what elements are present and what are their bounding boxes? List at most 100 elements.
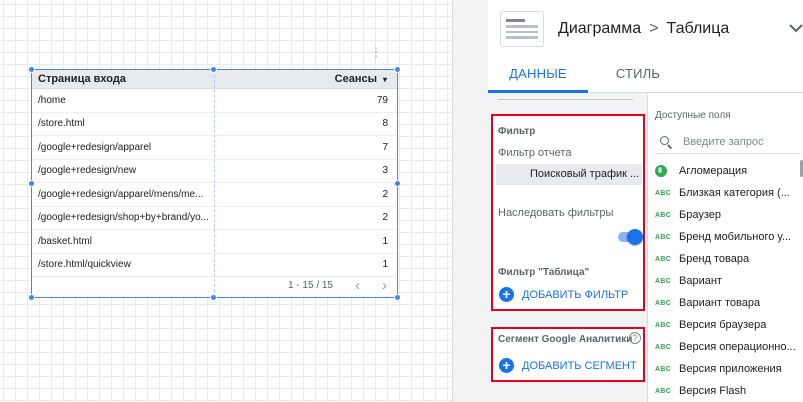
report-canvas[interactable]: ⋮ Страница входа Сеансы ▾ /home 79 /store.… (0, 0, 452, 402)
cell-page: /home (38, 94, 66, 106)
toggle-knob (627, 229, 643, 245)
field-label: Версия Flash (679, 385, 747, 397)
chevron-down-icon[interactable] (789, 20, 803, 36)
field-label: Бренд товара (679, 253, 750, 265)
cell-page: /google+redesign/apparel/mens/me... (38, 188, 204, 200)
field-item[interactable]: Агломерация (655, 160, 803, 182)
field-search-input[interactable] (683, 135, 793, 148)
text-type-icon: ABC (655, 299, 672, 307)
field-label: Агломерация (679, 165, 748, 177)
field-item[interactable]: ABC Бренд мобильного у... (655, 226, 803, 248)
cell-sessions: 7 (382, 141, 388, 153)
field-label: Версия браузера (679, 319, 767, 331)
text-type-icon: ABC (655, 189, 672, 197)
resize-handle[interactable] (28, 294, 35, 301)
cell-sessions: 1 (382, 259, 388, 271)
resize-handle[interactable] (210, 66, 217, 73)
prev-page-icon[interactable]: ‹ (355, 278, 360, 293)
text-type-icon: ABC (655, 277, 672, 285)
field-item[interactable]: ABC Версия Flash (655, 380, 803, 402)
add-segment-button[interactable]: + ДОБАВИТЬ СЕГМЕНТ (499, 358, 637, 373)
text-type-icon: ABC (655, 343, 672, 351)
cell-sessions: 79 (376, 94, 388, 106)
resize-handle[interactable] (210, 294, 217, 301)
field-label: Вариант (679, 275, 722, 287)
column-header-sessions-label: Сеансы (334, 73, 377, 85)
add-filter-label: ДОБАВИТЬ ФИЛЬТР (522, 288, 629, 301)
next-page-icon[interactable]: › (382, 278, 387, 293)
panel-tabs: ДАННЫЕ СТИЛЬ (488, 58, 803, 93)
column-header-sessions[interactable]: Сеансы ▾ (214, 73, 397, 85)
table-chart-type-icon[interactable] (500, 11, 544, 47)
field-label: Версия операционно... (679, 341, 796, 353)
properties-panel: Диаграмма > Таблица ДАННЫЕ СТИЛЬ Фильтр … (488, 0, 803, 402)
available-fields-title: Доступные поля (655, 110, 731, 121)
table-chart[interactable]: Страница входа Сеансы ▾ /home 79 /store.ht… (28, 66, 401, 301)
text-type-icon: ABC (655, 255, 672, 263)
available-fields: Доступные поля Агломерация ABC Близкая ка… (648, 93, 803, 402)
data-properties: Фильтр Фильтр отчета Поисковый трафик ..… (488, 93, 648, 402)
panel-header: Диаграмма > Таблица (488, 0, 803, 58)
add-filter-button[interactable]: + ДОБАВИТЬ ФИЛЬТР (499, 287, 628, 302)
field-item[interactable]: ABC Версия приложения (655, 358, 803, 380)
breadcrumb: Диаграмма > Таблица (558, 20, 729, 38)
report-filter-chip[interactable]: Поисковый трафик ... (496, 164, 642, 185)
field-list: Агломерация ABC Близкая категория (... AB… (655, 160, 803, 402)
resize-handle[interactable] (394, 294, 401, 301)
search-icon (660, 135, 672, 148)
field-item[interactable]: ABC Вариант (655, 270, 803, 292)
text-type-icon: ABC (655, 321, 672, 329)
plus-icon: + (499, 358, 514, 373)
tab-data[interactable]: ДАННЫЕ (488, 58, 588, 92)
plus-icon: + (499, 287, 514, 302)
cell-sessions: 1 (382, 235, 388, 247)
resize-handle[interactable] (394, 66, 401, 73)
text-type-icon: ABC (655, 211, 672, 219)
breadcrumb-current: Таблица (666, 20, 730, 37)
column-guide (214, 70, 215, 297)
field-item[interactable]: ABC Бренд товара (655, 248, 803, 270)
cell-page: /store.html/quickview (38, 259, 131, 271)
field-item[interactable]: ABC Версия браузера (655, 314, 803, 336)
field-item[interactable]: ABC Браузер (655, 204, 803, 226)
cell-page: /google+redesign/shop+by+brand/yo... (38, 212, 209, 224)
field-item[interactable]: ABC Близкая категория (... (655, 182, 803, 204)
sort-desc-icon[interactable]: ▾ (383, 75, 387, 84)
cell-sessions: 2 (382, 188, 388, 200)
field-label: Вариант товара (679, 297, 761, 309)
chevron-right-icon: > (649, 20, 659, 37)
segment-section: Сегмент Google Аналитики ? + ДОБАВИТЬ СЕ… (491, 327, 645, 382)
field-label: Версия приложения (679, 363, 782, 375)
resize-handle[interactable] (28, 180, 35, 187)
cell-sessions: 3 (382, 165, 388, 177)
field-item[interactable]: ABC Версия операционно... (655, 336, 803, 358)
help-icon[interactable]: ? (629, 332, 641, 344)
filter-title: Фильтр (498, 126, 536, 137)
report-filter-label: Фильтр отчета (498, 147, 572, 159)
text-type-icon: ABC (655, 387, 672, 395)
cell-sessions: 8 (382, 118, 388, 130)
cell-sessions: 2 (382, 212, 388, 224)
field-label: Браузер (679, 209, 721, 221)
cell-page: /google+redesign/new (38, 165, 137, 177)
tab-style[interactable]: СТИЛЬ (588, 58, 688, 92)
column-header-page[interactable]: Страница входа (32, 73, 214, 85)
inherit-filters-toggle[interactable] (618, 229, 643, 245)
more-options-icon[interactable]: ⋮ (370, 46, 382, 58)
field-label: Близкая категория (... (679, 187, 790, 199)
table-filter-label: Фильтр "Таблица" (498, 267, 590, 278)
globe-icon (655, 165, 667, 177)
field-item[interactable]: ABC Вариант товара (655, 292, 803, 314)
resize-handle[interactable] (28, 66, 35, 73)
cell-page: /basket.html (38, 235, 92, 247)
field-label: Бренд мобильного у... (679, 231, 791, 243)
divider (498, 99, 633, 100)
canvas-gutter (452, 0, 488, 402)
text-type-icon: ABC (655, 365, 672, 373)
segment-title: Сегмент Google Аналитики (498, 334, 633, 345)
resize-handle[interactable] (394, 180, 401, 187)
breadcrumb-parent[interactable]: Диаграмма (558, 20, 641, 38)
cell-page: /store.html (38, 118, 85, 130)
field-search[interactable] (655, 130, 801, 154)
pagination: 1 - 15 / 15 ‹ › (288, 278, 387, 293)
